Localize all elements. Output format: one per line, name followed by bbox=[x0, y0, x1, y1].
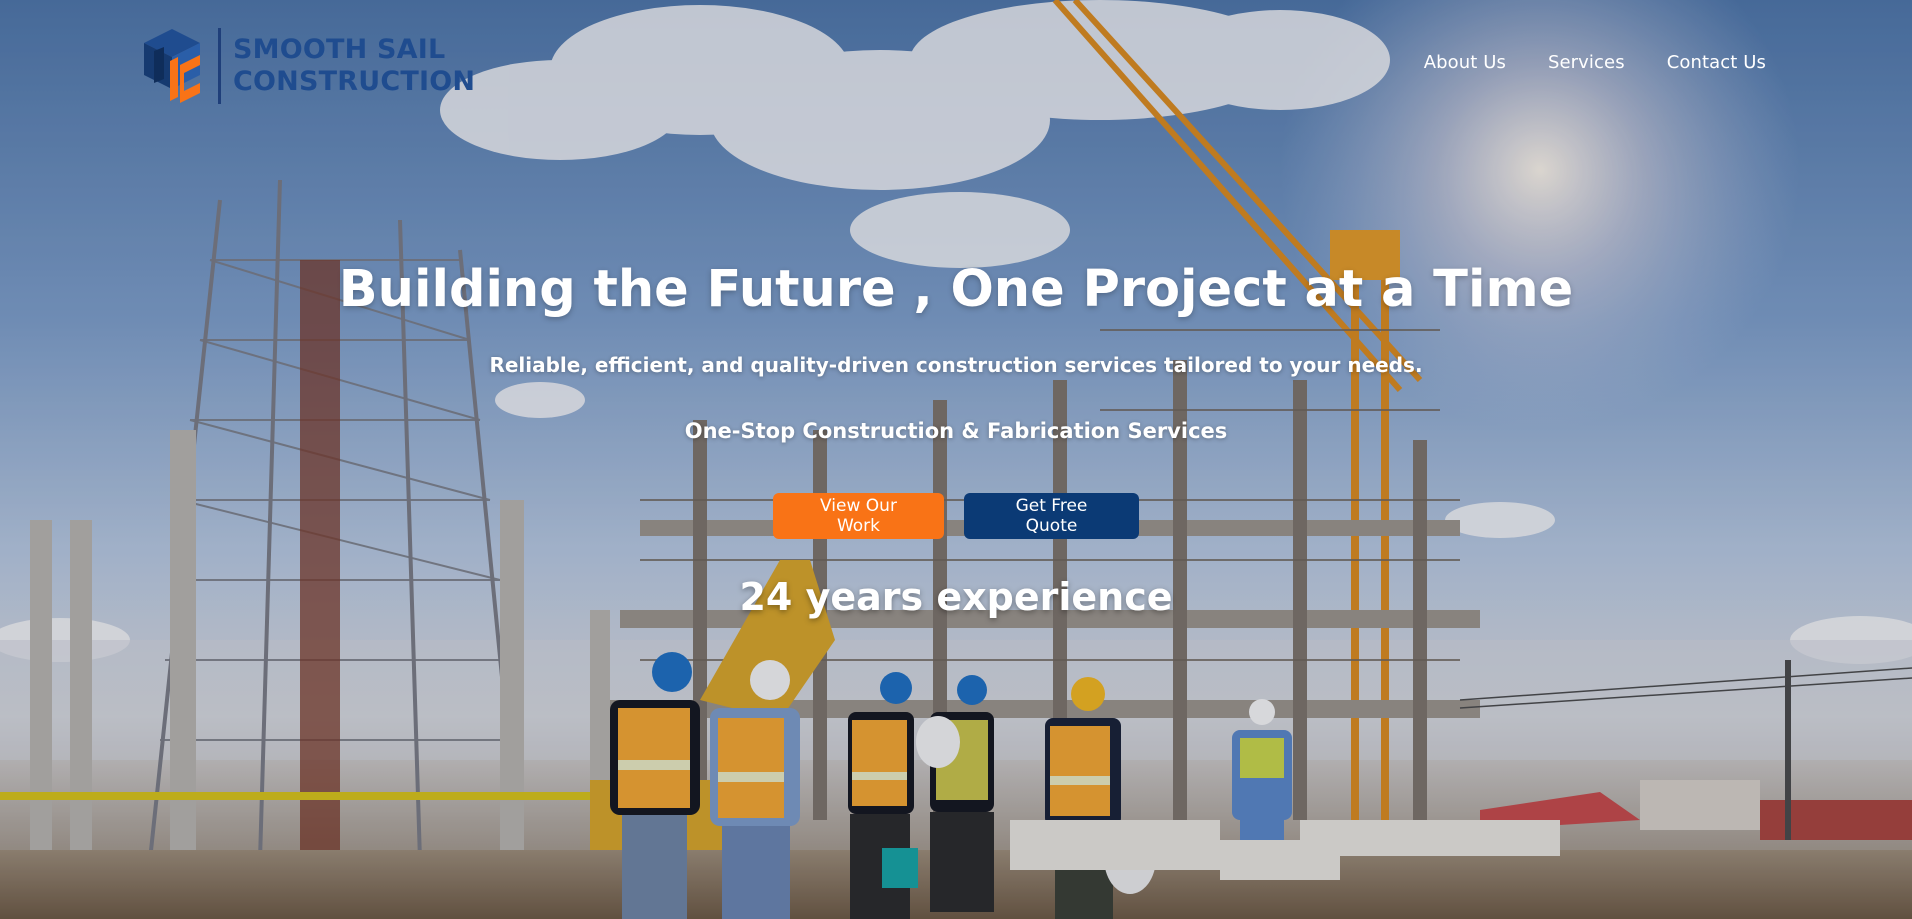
hero-subtitle: Reliable, efficient, and quality-driven … bbox=[489, 353, 1423, 377]
nav-link-contact-us[interactable]: Contact Us bbox=[1667, 52, 1766, 73]
nav-link-services[interactable]: Services bbox=[1548, 52, 1625, 73]
experience-stat: 24 years experience bbox=[739, 575, 1173, 619]
view-our-work-button[interactable]: View Our Work bbox=[773, 493, 944, 539]
hero-cta-group: View Our Work Get Free Quote bbox=[0, 493, 1912, 539]
main-nav: About Us Services Contact Us bbox=[1424, 52, 1766, 73]
site-header: SMOOTH SAIL CONSTRUCTION About Us Servic… bbox=[0, 0, 1912, 130]
brand-name-line2: CONSTRUCTION bbox=[233, 66, 476, 97]
hero-section: SMOOTH SAIL CONSTRUCTION About Us Servic… bbox=[0, 0, 1912, 919]
brand-name-line1: SMOOTH SAIL bbox=[233, 34, 446, 65]
nav-link-about-us[interactable]: About Us bbox=[1424, 52, 1506, 73]
hero-tagline: One-Stop Construction & Fabrication Serv… bbox=[684, 419, 1228, 443]
hero-overlay bbox=[0, 0, 1912, 919]
get-free-quote-button[interactable]: Get Free Quote bbox=[964, 493, 1139, 539]
brand-name: SMOOTH SAIL CONSTRUCTION bbox=[233, 34, 475, 98]
logo-divider bbox=[218, 28, 221, 104]
isometric-cube-logo-icon bbox=[144, 29, 200, 103]
brand-logo[interactable]: SMOOTH SAIL CONSTRUCTION bbox=[140, 26, 475, 106]
hero-headline: Building the Future , One Project at a T… bbox=[338, 260, 1574, 319]
